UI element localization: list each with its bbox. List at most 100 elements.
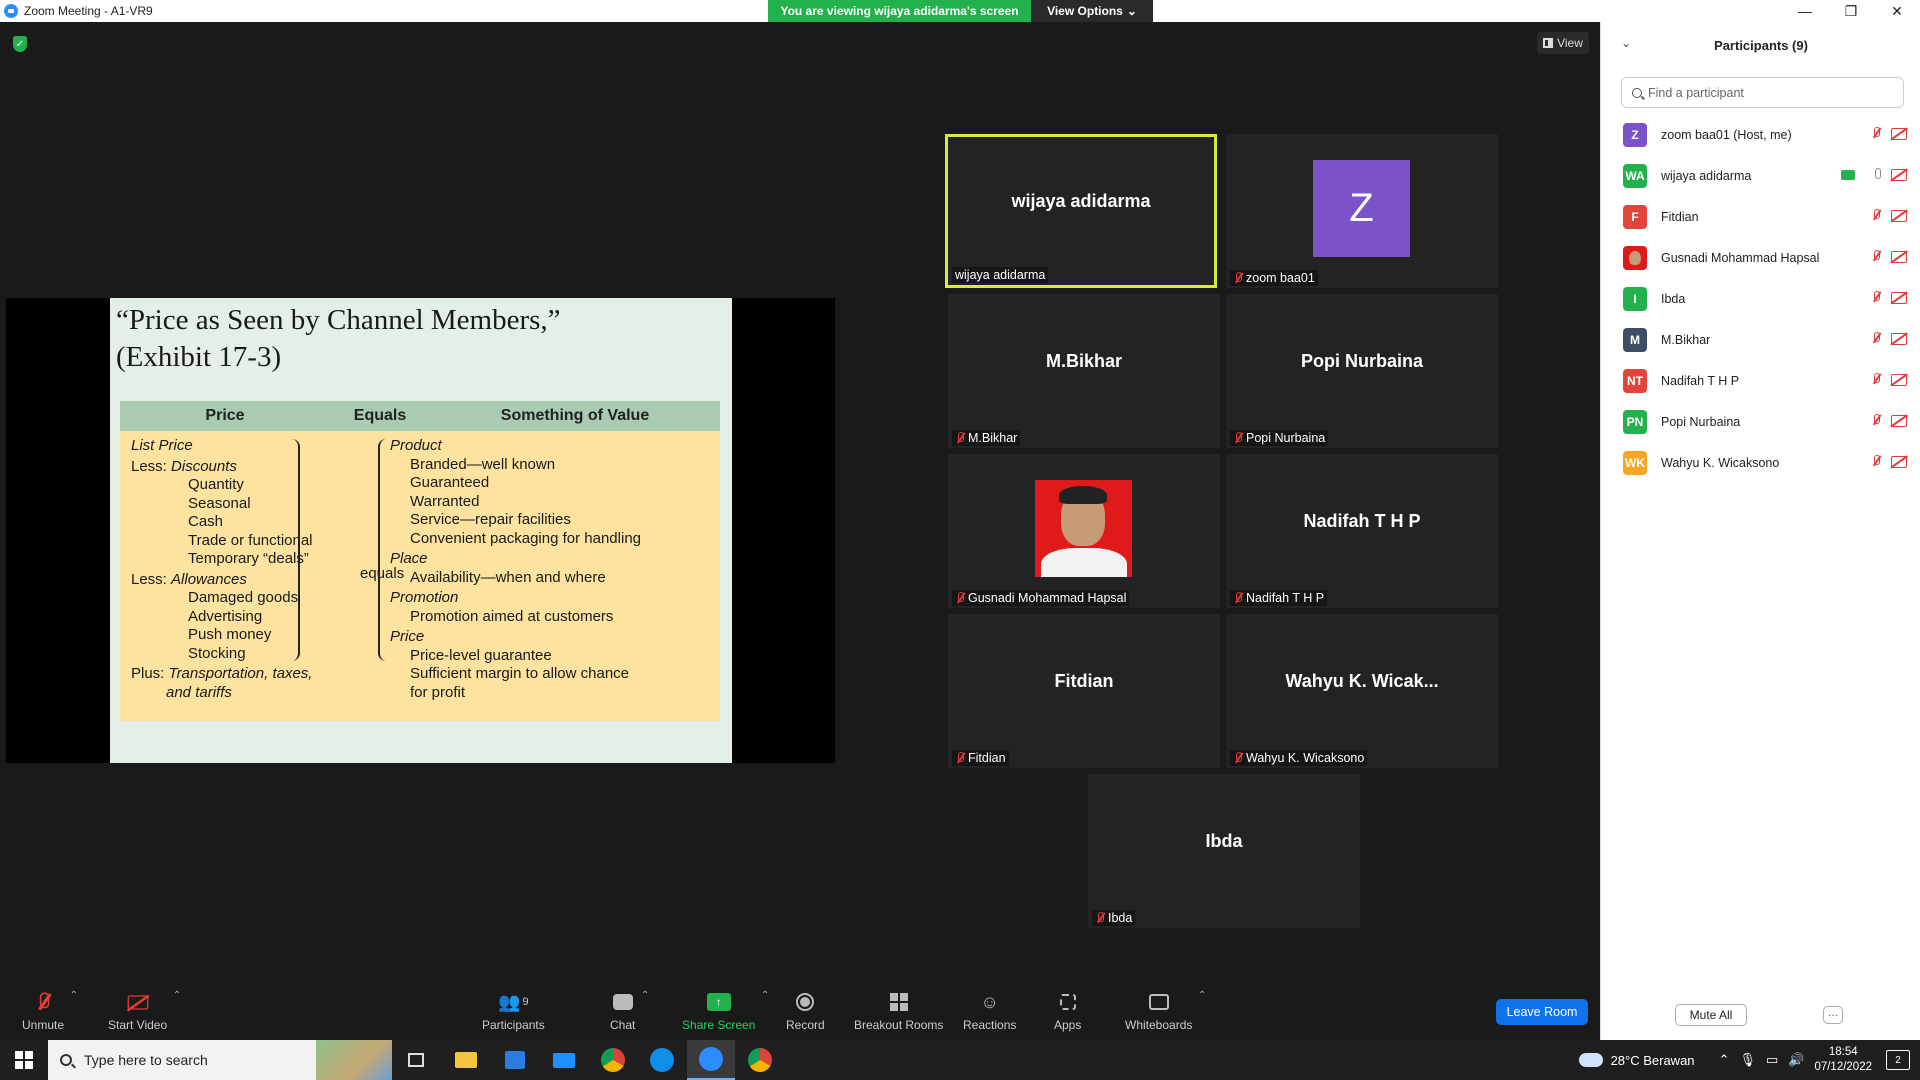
video-off-icon[interactable] xyxy=(1891,415,1907,427)
slide-line-text: Discounts xyxy=(171,457,237,475)
muted-mic-icon[interactable] xyxy=(1871,373,1881,385)
encryption-shield-icon[interactable]: ✓ xyxy=(13,36,27,52)
video-tile[interactable]: Wahyu K. Wicak... Wahyu K. Wicaksono xyxy=(1226,614,1498,768)
whiteboards-button[interactable]: Whiteboards ⌃ xyxy=(1125,990,1206,1032)
video-tile[interactable]: Ibda Ibda xyxy=(1088,774,1360,928)
show-hidden-icons-icon[interactable]: ⌃ xyxy=(1719,1052,1730,1068)
video-off-icon[interactable] xyxy=(1891,456,1907,468)
video-tile[interactable]: Nadifah T H P Nadifah T H P xyxy=(1226,454,1498,608)
volume-icon[interactable]: 🔊 xyxy=(1788,1052,1804,1068)
video-off-icon[interactable] xyxy=(1891,169,1907,181)
reactions-button[interactable]: ☺ Reactions xyxy=(963,990,1016,1033)
record-button[interactable]: Record xyxy=(786,990,825,1032)
participant-row[interactable]: PN Popi Nurbaina xyxy=(1601,401,1920,442)
video-tile[interactable]: Zzoom baa01 xyxy=(1226,134,1498,288)
taskbar-search-input[interactable] xyxy=(84,1052,324,1068)
muted-mic-icon xyxy=(1233,432,1243,444)
participant-avatar: Z xyxy=(1623,122,1647,147)
header-price: Price xyxy=(205,407,245,424)
chat-options-caret-icon[interactable]: ⌃ xyxy=(641,990,649,1001)
slide-line-prefix: Less: xyxy=(131,570,172,588)
record-icon xyxy=(796,990,815,1014)
participant-row[interactable]: Zzoom baa01 (Host, me) xyxy=(1601,114,1920,155)
restore-icon[interactable]: ❐ xyxy=(1828,0,1874,22)
participant-search-input[interactable] xyxy=(1648,85,1888,100)
share-screen-button[interactable]: ↑ Share Screen ⌃ xyxy=(682,990,769,1032)
video-off-icon[interactable] xyxy=(1891,210,1907,222)
task-view-icon[interactable] xyxy=(392,1040,440,1080)
taskbar-search[interactable] xyxy=(48,1040,392,1080)
file-explorer-icon[interactable] xyxy=(442,1040,490,1080)
minimize-icon[interactable]: — xyxy=(1782,0,1828,22)
unmute-button[interactable]: Unmute ⌃ xyxy=(22,990,78,1032)
chrome-profile-icon[interactable] xyxy=(736,1040,784,1080)
video-options-caret-icon[interactable]: ⌃ xyxy=(173,990,181,1001)
tile-name-label: zoom baa01 xyxy=(1230,270,1318,286)
slide-line: Temporary “deals” xyxy=(188,550,309,567)
notification-center-icon[interactable]: 2 xyxy=(1886,1050,1910,1070)
muted-mic-icon[interactable] xyxy=(1871,414,1881,426)
whiteboard-options-caret-icon[interactable]: ⌃ xyxy=(1198,990,1206,1001)
tile-label-text: Nadifah T H P xyxy=(1246,591,1325,605)
view-button[interactable]: View xyxy=(1537,32,1589,54)
video-off-icon[interactable] xyxy=(1891,292,1907,304)
clock[interactable]: 18:54 07/12/2022 xyxy=(1814,1045,1872,1075)
participants-button[interactable]: 👥 9 Participants xyxy=(482,990,545,1033)
microsoft-store-icon[interactable] xyxy=(491,1040,539,1080)
video-tile[interactable]: Fitdian Fitdian xyxy=(948,614,1220,768)
video-tile[interactable]: wijaya adidarma wijaya adidarma xyxy=(945,134,1217,288)
video-off-icon[interactable] xyxy=(1891,128,1907,140)
video-off-icon[interactable] xyxy=(1891,251,1907,263)
microphone-tray-icon[interactable]: 🎙 xyxy=(1739,1052,1756,1068)
shared-screen[interactable]: “Price as Seen by Channel Members,” (Exh… xyxy=(6,298,835,763)
participant-row[interactable]: WA wijaya adidarma xyxy=(1601,155,1920,196)
muted-mic-icon[interactable] xyxy=(1871,455,1881,467)
unmute-label: Unmute xyxy=(22,1018,65,1032)
muted-mic-icon[interactable] xyxy=(1871,127,1881,139)
participant-row[interactable]: F Fitdian xyxy=(1601,196,1920,237)
video-tile[interactable]: Popi Nurbaina Popi Nurbaina xyxy=(1226,294,1498,448)
mail-icon[interactable] xyxy=(540,1040,588,1080)
participant-row[interactable]: NT Nadifah T H P xyxy=(1601,360,1920,401)
video-tile[interactable]: M.Bikhar M.Bikhar xyxy=(948,294,1220,448)
chat-button[interactable]: Chat ⌃ xyxy=(610,990,649,1032)
participant-row[interactable]: Gusnadi Mohammad Hapsal xyxy=(1601,237,1920,278)
weather-text[interactable]: 28°C Berawan xyxy=(1611,1053,1695,1068)
slide-table-body: List Price Less: Discounts Quantity Seasona… xyxy=(120,431,720,721)
view-options-button[interactable]: View Options ⌄ xyxy=(1031,0,1153,22)
more-options-button[interactable]: ··· xyxy=(1823,1006,1843,1024)
start-button[interactable] xyxy=(0,1040,48,1080)
participants-label: Participants xyxy=(482,1018,545,1032)
muted-mic-icon xyxy=(955,592,965,604)
muted-mic-icon[interactable] xyxy=(1871,250,1881,262)
tile-label-text: Gusnadi Mohammad Hapsal xyxy=(968,591,1127,605)
participant-row[interactable]: WK Wahyu K. Wicaksono xyxy=(1601,442,1920,483)
start-video-button[interactable]: Start Video ⌃ xyxy=(108,990,181,1032)
participant-row[interactable]: I Ibda xyxy=(1601,278,1920,319)
close-icon[interactable]: ✕ xyxy=(1874,0,1920,22)
participant-row[interactable]: M M.Bikhar xyxy=(1601,319,1920,360)
teamviewer-icon[interactable] xyxy=(638,1040,686,1080)
weather-cloud-icon[interactable] xyxy=(1578,1053,1603,1067)
share-options-caret-icon[interactable]: ⌃ xyxy=(761,990,769,1001)
network-icon[interactable]: ▭ xyxy=(1766,1052,1778,1068)
participant-name: M.Bikhar xyxy=(1661,332,1711,347)
chrome-icon[interactable] xyxy=(589,1040,637,1080)
muted-mic-icon[interactable] xyxy=(1871,291,1881,303)
tile-display-name: Popi Nurbaina xyxy=(1300,350,1423,371)
mute-all-button[interactable]: Mute All xyxy=(1675,1004,1747,1026)
video-off-icon[interactable] xyxy=(1891,333,1907,345)
muted-mic-icon[interactable] xyxy=(1871,332,1881,344)
muted-mic-icon xyxy=(955,432,965,444)
leave-room-button[interactable]: Leave Room xyxy=(1496,999,1588,1025)
audio-options-caret-icon[interactable]: ⌃ xyxy=(70,990,78,1001)
zoom-taskbar-icon[interactable] xyxy=(687,1040,735,1080)
video-off-icon[interactable] xyxy=(1891,374,1907,386)
muted-mic-icon[interactable] xyxy=(1871,209,1881,221)
video-tile[interactable]: Gusnadi Mohammad Hapsal xyxy=(948,454,1220,608)
breakout-rooms-button[interactable]: Breakout Rooms xyxy=(854,990,943,1032)
apps-button[interactable]: Apps xyxy=(1054,990,1081,1032)
mic-on-icon[interactable] xyxy=(1875,168,1881,179)
muted-mic-icon xyxy=(1233,272,1243,284)
participant-search[interactable] xyxy=(1621,77,1904,108)
